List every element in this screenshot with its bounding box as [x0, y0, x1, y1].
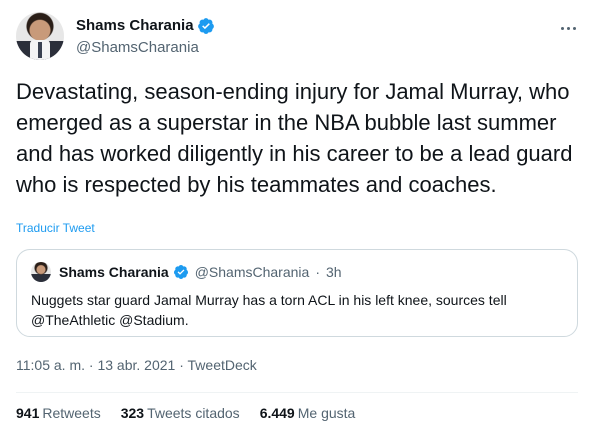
more-options-icon[interactable]: [558, 18, 578, 38]
quoted-tweet-header: Shams Charania @ShamsCharania · 3h: [31, 262, 342, 282]
tweet-header: Shams Charania @ShamsCharania: [16, 12, 578, 60]
dot: [560, 26, 564, 30]
retweets-label: Retweets: [42, 405, 101, 421]
retweets-count: 941: [16, 405, 40, 421]
divider: [16, 392, 578, 393]
avatar-tie: [38, 42, 42, 58]
tweet-card: Shams Charania @ShamsCharania Devastatin…: [0, 0, 594, 441]
author-display-name[interactable]: Shams Charania: [76, 16, 194, 36]
meta-separator: ·: [88, 357, 94, 373]
meta-separator: ·: [179, 357, 184, 373]
quoted-display-name: Shams Charania: [59, 264, 169, 280]
likes-label: Me gusta: [297, 405, 356, 421]
tweet-stats: 941 Retweets 323 Tweets citados 6.449 Me gu…: [16, 405, 355, 421]
quote-tweets-count: 323: [120, 405, 145, 421]
quoted-handle: @ShamsCharania: [194, 264, 310, 280]
retweets-stat[interactable]: 941 Retweets: [16, 405, 101, 421]
quoted-separator: ·: [315, 264, 320, 280]
quoted-avatar: [31, 262, 51, 282]
verified-badge-icon: [197, 18, 214, 34]
quote-tweets-stat[interactable]: 323 Tweets citados: [121, 405, 240, 421]
tweet-timestamp: 11:05 a. m. · 13 abr. 2021 · TweetDeck: [16, 357, 257, 373]
quoted-time: 3h: [326, 264, 342, 280]
author-block[interactable]: Shams Charania @ShamsCharania: [76, 16, 215, 58]
tweet-date[interactable]: 13 abr. 2021: [97, 357, 175, 373]
tweet-time[interactable]: 11:05 a. m.: [16, 357, 85, 373]
name-row: Shams Charania: [76, 16, 215, 36]
dot: [572, 26, 576, 30]
dot: [566, 26, 570, 30]
tweet-text: Devastating, season-ending injury for Ja…: [16, 79, 573, 197]
author-handle[interactable]: @ShamsCharania: [76, 38, 215, 58]
quoted-tweet-text: Nuggets star guard Jamal Murray has a to…: [31, 292, 507, 328]
quote-tweets-label: Tweets citados: [147, 405, 240, 421]
tweet-source[interactable]: TweetDeck: [188, 357, 257, 373]
likes-stat[interactable]: 6.449 Me gusta: [260, 405, 356, 421]
avatar[interactable]: [16, 12, 64, 60]
likes-count: 6.449: [259, 405, 295, 421]
verified-badge-icon: [173, 265, 188, 279]
quoted-tweet[interactable]: Shams Charania @ShamsCharania · 3h Nugge…: [16, 249, 578, 337]
translate-tweet-link[interactable]: Traducir Tweet: [16, 221, 95, 235]
